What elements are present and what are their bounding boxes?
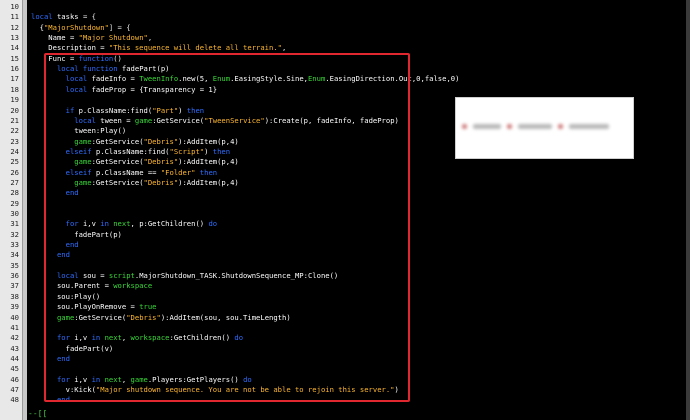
line-number-gutter: 10 11 12 13 14 15 16 17 18 19 20 21 22 23 24 25 26 27 28 29… — [0, 0, 23, 420]
line-number: 32 — [10, 229, 19, 239]
highlight-box — [44, 53, 410, 402]
line-number: 28 — [10, 188, 19, 198]
line-number: 26 — [10, 167, 19, 177]
line-number: 43 — [10, 343, 19, 353]
blurred-panel — [455, 97, 634, 159]
line-number: 48 — [10, 395, 19, 405]
vertical-scrollbar[interactable] — [686, 0, 690, 420]
line-number: 23 — [10, 136, 19, 146]
line-number: 39 — [10, 302, 19, 312]
blurred-content — [462, 114, 622, 129]
line-number: 10 — [10, 2, 19, 11]
line-number: 18 — [10, 84, 19, 94]
line-number: 35 — [10, 260, 19, 270]
line-number: 25 — [10, 157, 19, 167]
line-number: 40 — [10, 312, 19, 322]
code-token: "MajorShutdown" — [43, 22, 109, 32]
line-number: 37 — [10, 281, 19, 291]
comment-start: --[[ — [28, 409, 48, 418]
code-token: "This sequence will delete all terrain." — [108, 43, 282, 53]
line-number: 16 — [10, 64, 19, 74]
line-number: 41 — [10, 322, 19, 332]
line-number: 21 — [10, 115, 19, 125]
code-line[interactable]: Description = "This sequence will delete… — [31, 44, 286, 52]
code-token: { — [31, 22, 44, 32]
line-number: 15 — [10, 53, 19, 63]
line-number: 31 — [10, 219, 19, 229]
code-token: Name = — [31, 33, 79, 43]
line-number: 11 — [10, 12, 19, 22]
line-number: 27 — [10, 177, 19, 187]
line-number: 12 — [10, 22, 19, 32]
fold-margin — [23, 0, 27, 420]
code-token: = { — [82, 12, 96, 22]
line-number: 19 — [10, 95, 19, 105]
line-number: 14 — [10, 43, 19, 53]
code-token: ] = { — [108, 22, 131, 32]
line-number: 46 — [10, 374, 19, 384]
line-number: 13 — [10, 33, 19, 43]
line-number: 20 — [10, 105, 19, 115]
line-number: 22 — [10, 126, 19, 136]
code-token: local — [31, 12, 57, 22]
code-line[interactable]: Name = "Major Shutdown", — [31, 33, 153, 43]
line-number: 30 — [10, 209, 19, 218]
line-number: 36 — [10, 271, 19, 281]
line-number: 17 — [10, 74, 19, 84]
code-token: , — [281, 43, 287, 53]
line-number: 45 — [10, 364, 19, 374]
code-token: Description = — [31, 43, 109, 53]
code-line[interactable]: {"MajorShutdown"] = { — [31, 22, 131, 32]
line-number: 42 — [10, 333, 19, 343]
code-token: , — [147, 33, 153, 43]
code-token: "Major Shutdown" — [78, 33, 148, 43]
line-number: 24 — [10, 146, 19, 156]
line-number: 29 — [10, 198, 19, 208]
line-number: 47 — [10, 384, 19, 394]
line-number: 44 — [10, 353, 19, 363]
code-token: tasks — [56, 12, 83, 22]
line-number: 38 — [10, 291, 19, 301]
line-number: 34 — [10, 250, 19, 260]
line-number: 33 — [10, 240, 19, 250]
code-line[interactable]: local tasks = { — [31, 13, 96, 21]
